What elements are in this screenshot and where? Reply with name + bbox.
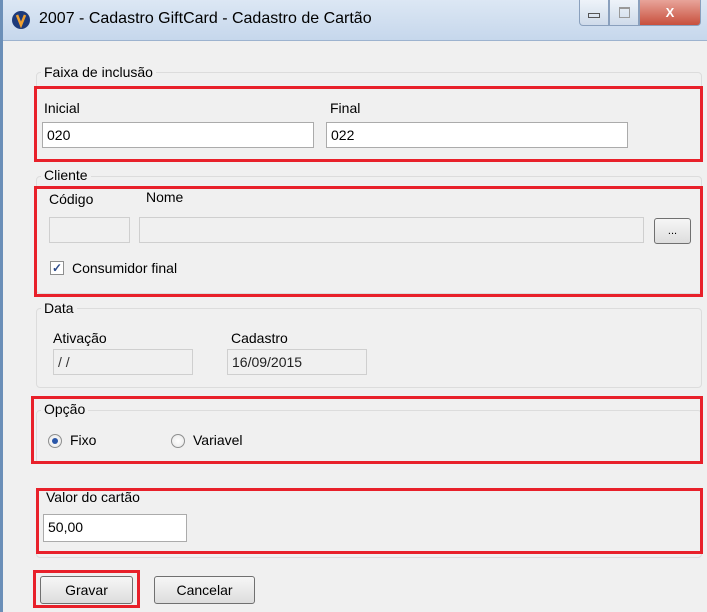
faixa-group — [36, 72, 702, 162]
fixo-radio[interactable] — [48, 434, 62, 448]
codigo-label: Código — [49, 191, 94, 207]
valor-input[interactable]: 50,00 — [43, 514, 187, 542]
cadastro-label: Cadastro — [231, 330, 288, 346]
cadastro-cartao-window: 2007 - Cadastro GiftCard - Cadastro de C… — [0, 0, 707, 612]
opcao-group — [36, 410, 702, 464]
close-icon: X — [665, 5, 675, 20]
cancelar-button[interactable]: Cancelar — [154, 576, 255, 604]
browse-cliente-button[interactable]: ... — [654, 218, 691, 244]
inicial-input[interactable]: 020 — [42, 122, 314, 148]
nome-input[interactable] — [139, 217, 644, 243]
valor-group-label: Valor do cartão — [43, 489, 143, 505]
close-button[interactable]: X — [639, 0, 701, 26]
variavel-radio[interactable] — [171, 434, 185, 448]
checkmark-icon: ✓ — [51, 261, 63, 275]
title-bar[interactable]: 2007 - Cadastro GiftCard - Cadastro de C… — [3, 0, 707, 41]
codigo-input[interactable] — [49, 217, 130, 243]
window-title: 2007 - Cadastro GiftCard - Cadastro de C… — [39, 10, 372, 27]
nome-label: Nome — [146, 189, 184, 205]
minimize-button[interactable] — [579, 0, 609, 26]
minimize-icon — [588, 13, 600, 18]
final-label: Final — [330, 100, 361, 116]
opcao-group-label: Opção — [41, 401, 89, 417]
maximize-button[interactable] — [609, 0, 639, 26]
variavel-label[interactable]: Variavel — [193, 432, 243, 448]
fixo-label[interactable]: Fixo — [70, 432, 96, 448]
consumidor-final-checkbox[interactable]: ✓ — [50, 261, 64, 275]
ellipsis-icon: ... — [667, 225, 678, 237]
cliente-group-label: Cliente — [41, 167, 91, 183]
inicial-label: Inicial — [44, 100, 80, 116]
maximize-icon — [618, 7, 630, 18]
consumidor-final-label[interactable]: Consumidor final — [72, 260, 177, 276]
ativacao-input[interactable]: / / — [53, 349, 193, 375]
gravar-button[interactable]: Gravar — [40, 576, 133, 604]
final-input[interactable]: 022 — [326, 122, 628, 148]
faixa-group-label: Faixa de inclusão — [41, 64, 156, 80]
data-group-label: Data — [41, 300, 77, 316]
ativacao-label: Ativação — [53, 330, 107, 346]
data-group — [36, 308, 702, 388]
cadastro-input[interactable]: 16/09/2015 — [227, 349, 367, 375]
app-logo-icon — [12, 11, 30, 29]
